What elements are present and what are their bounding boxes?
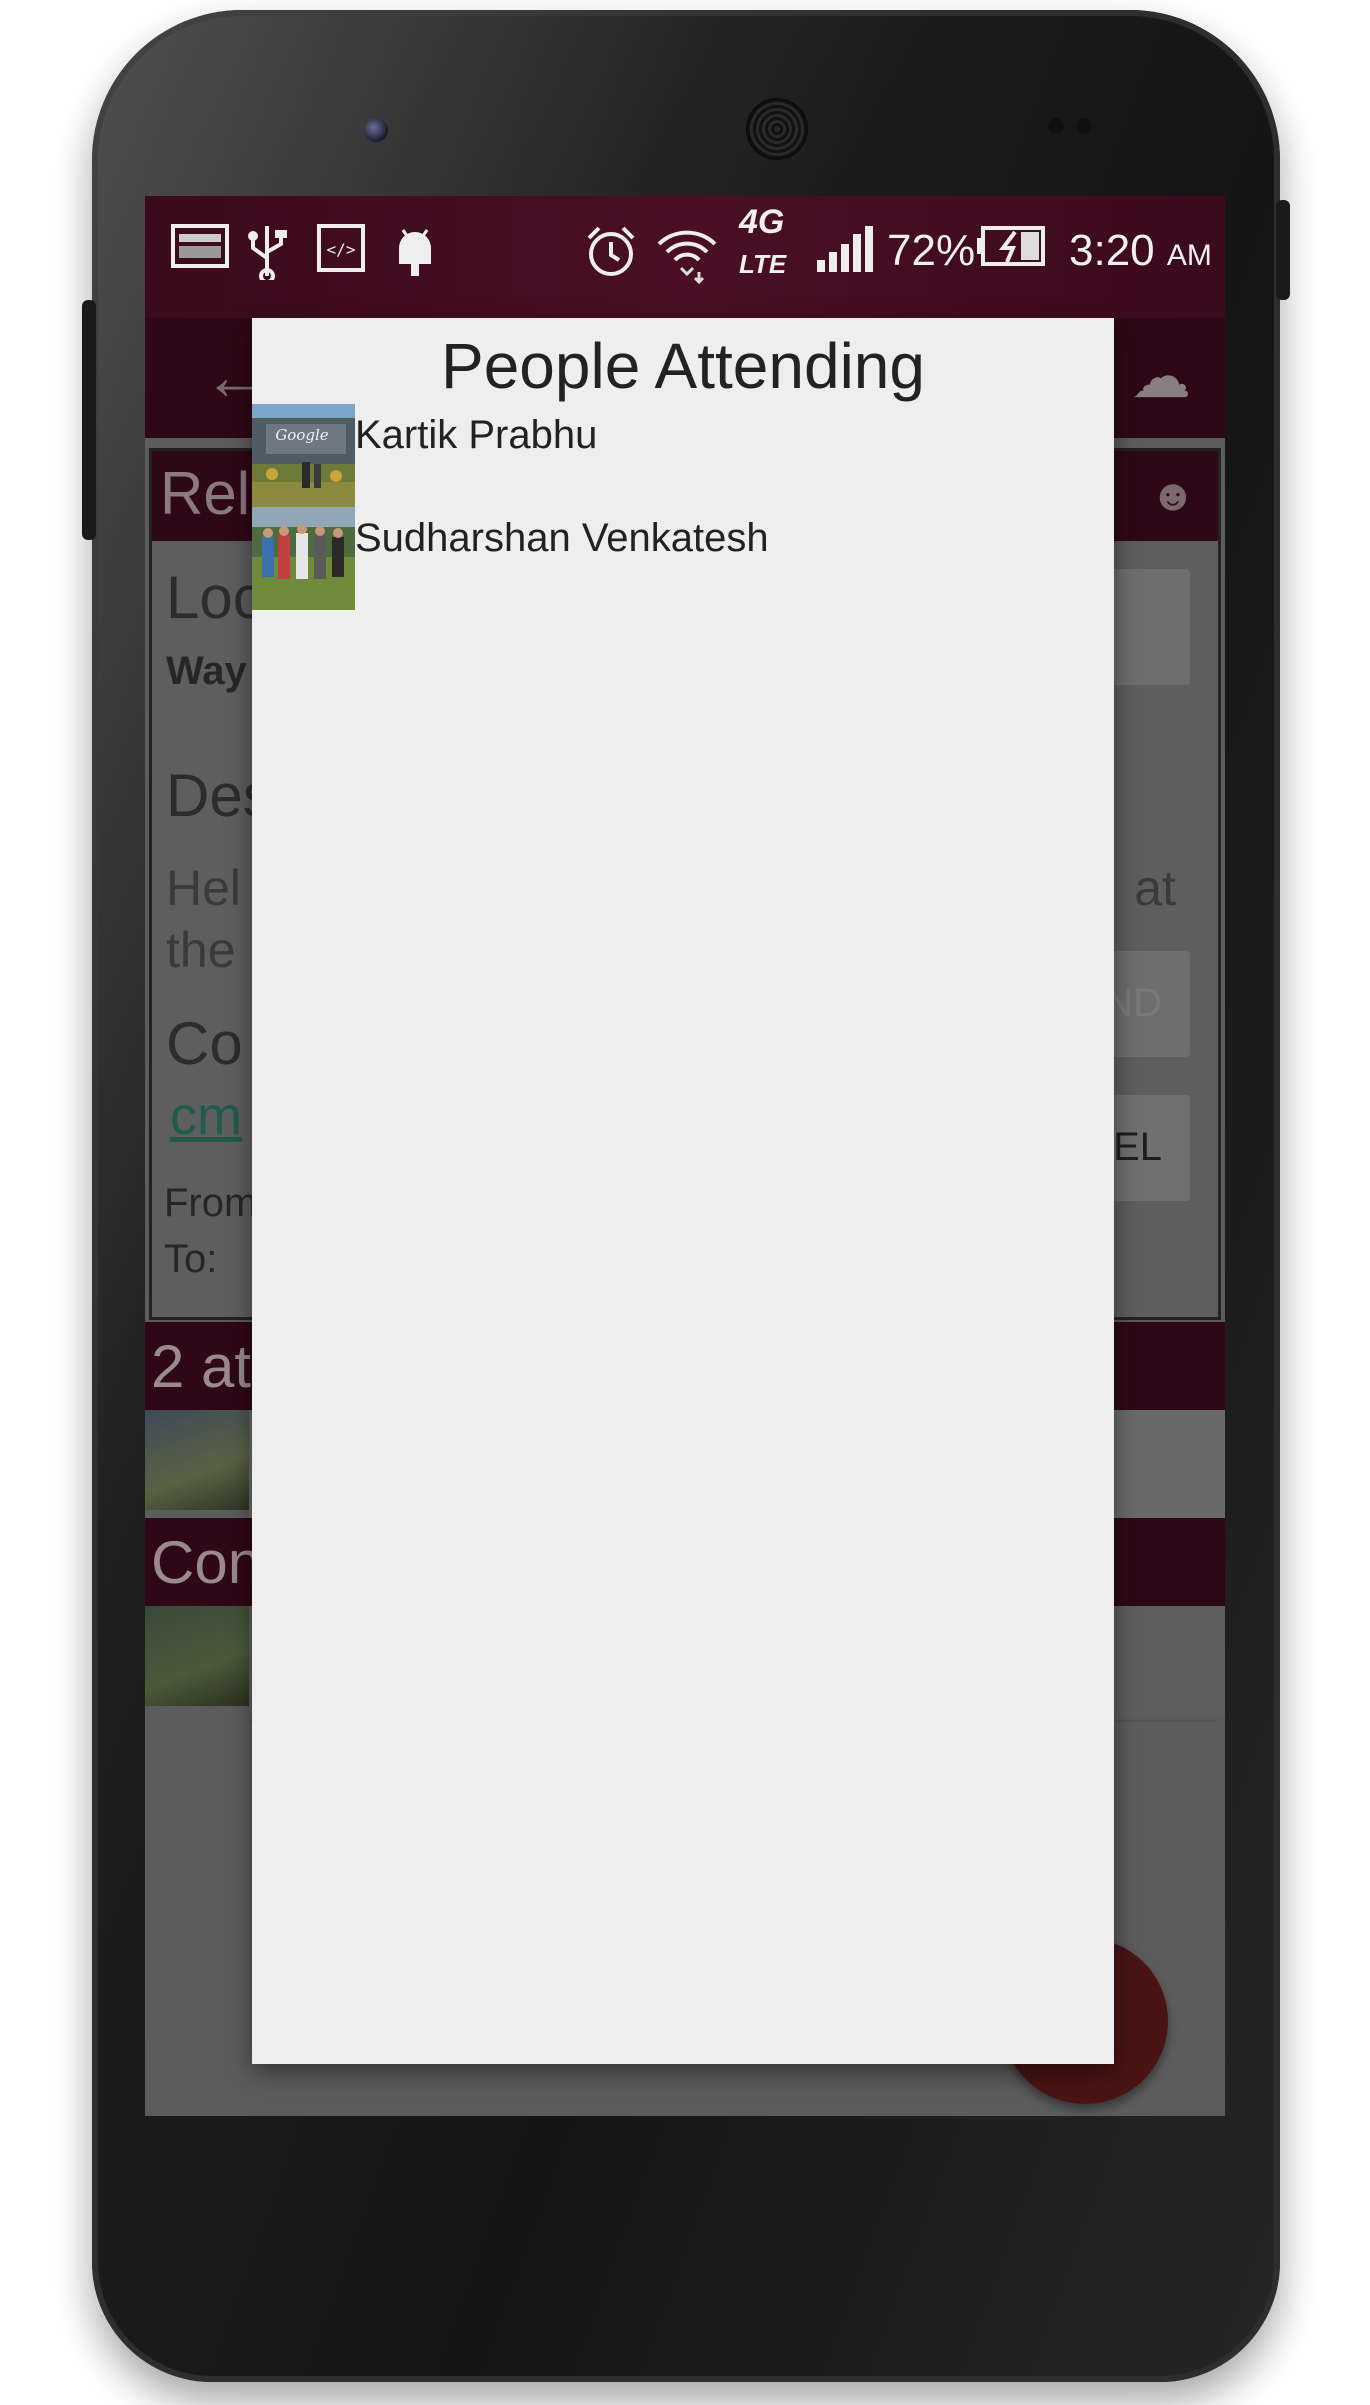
- clock-time: 3:20: [1069, 226, 1155, 275]
- comment-thumb-bg: [145, 1606, 249, 1706]
- description-text-line2: the: [166, 922, 236, 978]
- avatar: Google: [252, 404, 355, 507]
- image-notification-icon: [171, 224, 229, 280]
- clock: 3:20 AM: [1069, 216, 1212, 291]
- network-type-label: 4G LTE: [739, 202, 786, 284]
- attendee-row[interactable]: Sudharshan Venkatesh: [252, 507, 1114, 610]
- cloud-icon[interactable]: ☁: [1131, 342, 1191, 412]
- battery-charging-icon: [975, 224, 1047, 280]
- power-button: [1276, 200, 1290, 300]
- people-icon[interactable]: ☻: [1150, 471, 1196, 521]
- android-icon: [393, 224, 437, 280]
- cancel-button-label: EL: [1113, 1125, 1162, 1169]
- people-attending-dialog: People Attending Google Kartik Prabhu Su…: [252, 318, 1114, 2064]
- volume-button: [82, 300, 96, 540]
- wifi-icon: [655, 224, 719, 285]
- usb-icon: [245, 224, 289, 284]
- front-camera: [364, 118, 388, 142]
- dialog-title: People Attending: [441, 330, 925, 402]
- status-bar: </> 4G LTE 72% 3:20 AM: [145, 196, 1225, 318]
- description-text: Hel: [166, 860, 242, 916]
- attendee-name: Sudharshan Venkatesh: [355, 516, 769, 560]
- svg-text:</>: </>: [327, 240, 356, 259]
- screen: </> 4G LTE 72% 3:20 AM ← ☁ Rel ☻ Loc Way…: [145, 196, 1225, 2116]
- proximity-sensor: [1048, 118, 1064, 134]
- alarm-icon: [583, 224, 639, 280]
- battery-percent: 72%: [887, 226, 976, 275]
- avatar: [252, 507, 355, 610]
- network-type: 4G: [739, 203, 785, 241]
- attending-strip-text: 2 at: [151, 1333, 252, 1400]
- developer-icon: </>: [317, 224, 365, 280]
- attendee-row[interactable]: Google Kartik Prabhu: [252, 404, 1114, 507]
- from-label: From: [164, 1181, 258, 1225]
- event-card-title: Rel: [160, 460, 251, 527]
- location-value: Way: [166, 649, 247, 693]
- google-campus-photo-icon: Google: [252, 404, 355, 507]
- network-subtype: LTE: [739, 249, 787, 279]
- earpiece-speaker: [746, 98, 808, 160]
- description-text-right: at: [1134, 860, 1176, 916]
- contact-link[interactable]: cm: [170, 1085, 242, 1147]
- signal-icon: [815, 224, 875, 280]
- attendee-name: Kartik Prabhu: [355, 413, 598, 457]
- comments-strip-text: Con: [151, 1529, 262, 1596]
- light-sensor: [1076, 118, 1092, 134]
- to-label: To:: [164, 1237, 218, 1281]
- group-outdoor-photo-icon: [252, 507, 355, 610]
- attendee-thumb-bg: [145, 1410, 249, 1510]
- clock-meridiem: AM: [1166, 239, 1212, 272]
- contact-label: Co: [166, 1010, 243, 1077]
- location-label: Loc: [166, 564, 263, 631]
- svg-text:Google: Google: [275, 426, 328, 444]
